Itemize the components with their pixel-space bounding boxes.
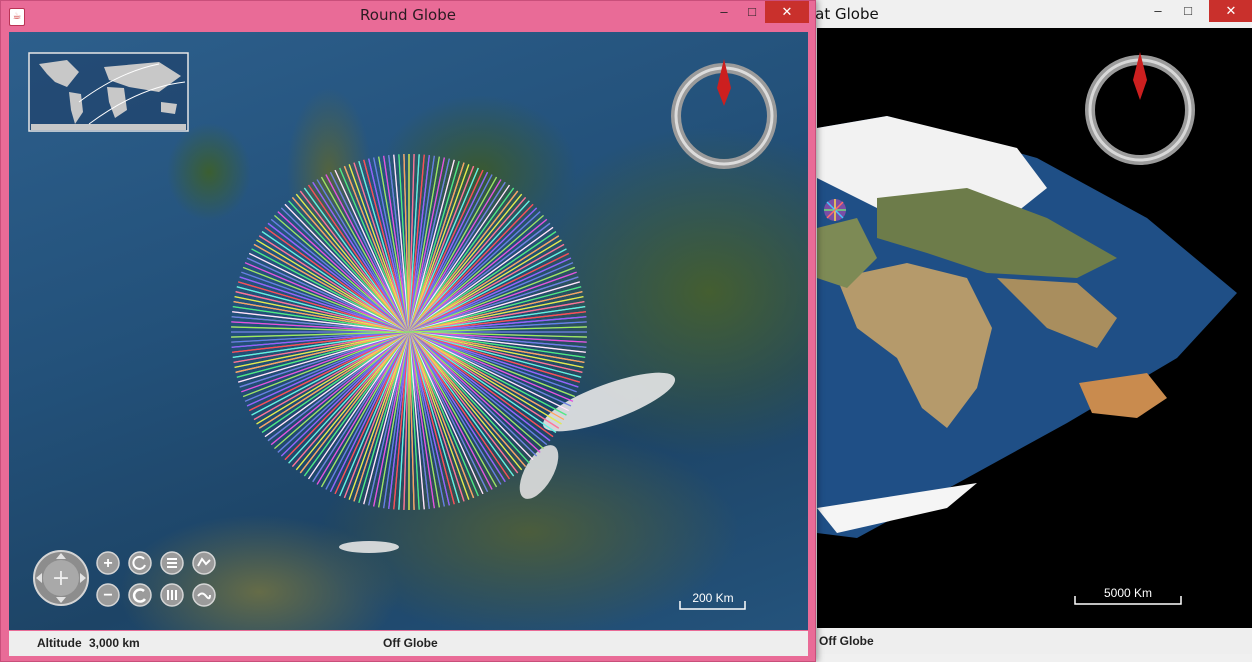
flat-maximize-button[interactable]: □ <box>1173 0 1203 22</box>
flat-map-surface <box>817 116 1237 538</box>
flat-window-titlebar[interactable]: lat Globe – □ ✕ <box>781 0 1252 30</box>
round-globe-window[interactable]: ☕ Round Globe – □ ✕ + + − 200 Km Altitud… <box>0 0 816 662</box>
round-cursor-status: Off Globe <box>383 636 438 650</box>
flat-minimize-button[interactable]: – <box>1143 0 1173 22</box>
flat-close-button[interactable]: ✕ <box>1209 0 1252 22</box>
altitude-value: 3,000 km <box>89 636 140 650</box>
heading-left-button[interactable] <box>128 551 152 575</box>
round-scale-label: 200 Km <box>692 591 733 605</box>
round-window-titlebar[interactable]: ☕ Round Globe – □ ✕ <box>1 1 815 31</box>
pitch-up-button[interactable] <box>160 551 184 575</box>
heading-right-button[interactable] <box>128 583 152 607</box>
round-minimize-button[interactable]: – <box>709 1 739 23</box>
exaggeration-up-button[interactable] <box>192 551 216 575</box>
exaggeration-down-button[interactable] <box>192 583 216 607</box>
flat-compass[interactable] <box>1085 52 1195 165</box>
flat-cursor-status: Off Globe <box>819 634 874 648</box>
flat-scale-bar: 5000 Km <box>1074 586 1182 605</box>
round-window-title: Round Globe <box>360 6 456 24</box>
flat-window-title: lat Globe <box>811 5 879 23</box>
zoom-in-icon: + <box>103 555 112 572</box>
pitch-down-button[interactable] <box>160 583 184 607</box>
zoom-out-icon: − <box>103 587 112 604</box>
flat-status-bar: Off Globe <box>817 629 1252 654</box>
altitude-label: Altitude <box>37 636 82 650</box>
zoom-in-button[interactable]: + <box>96 551 120 575</box>
view-controls[interactable]: + + − <box>33 550 216 607</box>
pan-control[interactable]: + <box>33 550 89 606</box>
round-status-bar: Altitude 3,000 km Off Globe <box>9 631 808 656</box>
round-compass[interactable] <box>671 59 777 169</box>
round-globe-viewport[interactable]: + + − 200 Km <box>9 32 808 630</box>
round-close-button[interactable]: ✕ <box>765 1 809 23</box>
svg-text:+: + <box>52 566 70 591</box>
round-maximize-button[interactable]: □ <box>737 1 767 23</box>
world-overview-map[interactable] <box>28 52 189 132</box>
flat-globe-viewport[interactable]: 5000 Km <box>817 28 1252 628</box>
round-scale-bar: 200 Km <box>679 591 746 610</box>
zoom-out-button[interactable]: − <box>96 583 120 607</box>
flat-line-burst <box>824 199 846 221</box>
flat-globe-window[interactable]: lat Globe – □ ✕ 5000 Km Off Globe <box>780 0 1252 662</box>
flat-scale-label: 5000 Km <box>1104 586 1152 600</box>
